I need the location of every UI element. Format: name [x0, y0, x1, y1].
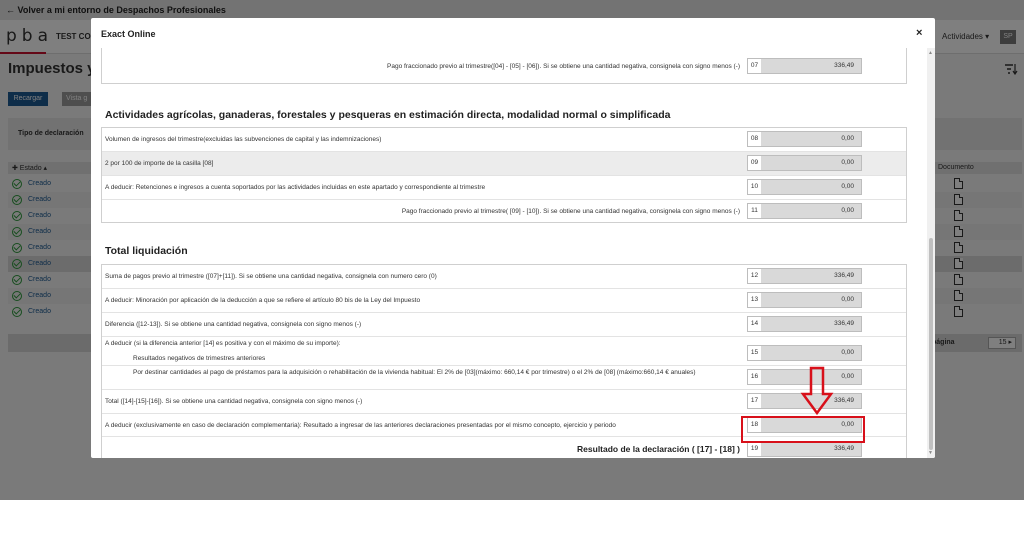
casilla-10-field[interactable]: 10 0,00	[747, 179, 862, 195]
casilla-15-field[interactable]: 15 0,00	[747, 345, 862, 361]
casilla-value[interactable]: 0,00	[761, 293, 861, 307]
casilla-number: 08	[750, 135, 759, 142]
casilla-number: 14	[750, 320, 759, 327]
row-description: Por destinar cantidades al pago de prést…	[133, 369, 696, 376]
annotation-highlight-box	[741, 416, 865, 443]
casilla-number: 17	[750, 397, 759, 404]
casilla-number: 12	[750, 272, 759, 279]
result-label: Resultado de la declaración ( [17] - [18…	[577, 444, 740, 454]
casilla-value[interactable]: 0,00	[761, 132, 861, 146]
casilla-number: 07	[750, 62, 759, 69]
casilla-number: 13	[750, 296, 759, 303]
form-row: Pago fraccionado previo al trimestre([04…	[102, 55, 906, 81]
previous-section-panel: Pago fraccionado previo al trimestre([04…	[101, 48, 907, 84]
dialog-title: Exact Online	[101, 29, 156, 39]
form-row: Por destinar cantidades al pago de prést…	[102, 366, 906, 390]
casilla-number: 19	[750, 445, 759, 452]
row-description: A deducir: Minoración por aplicación de …	[105, 297, 421, 304]
casilla-13-field[interactable]: 13 0,00	[747, 292, 862, 308]
section-title-total: Total liquidación	[105, 245, 188, 257]
row-description: Suma de pagos previo al trimestre ([07]+…	[105, 273, 437, 280]
row-subdescription: Resultados negativos de trimestres anter…	[133, 355, 266, 362]
form-row: Total ([14]-[15]-[16]). Si se obtiene un…	[102, 390, 906, 414]
dialog-scrollbar[interactable]: ▲ ▼	[927, 48, 935, 458]
form-row: 2 por 100 de importe de la casilla [08] …	[102, 152, 906, 176]
casilla-11-field[interactable]: 11 0,00	[747, 203, 862, 219]
scrollbar-thumb[interactable]	[929, 238, 933, 450]
row-description: Volumen de ingresos del trimestre(exclui…	[105, 136, 382, 143]
row-description: Total ([14]-[15]-[16]). Si se obtiene un…	[105, 398, 363, 405]
casilla-value[interactable]: 336,49	[761, 269, 861, 283]
row-description: 2 por 100 de importe de la casilla [08]	[105, 160, 214, 167]
row-description: Pago fraccionado previo al trimestre( [0…	[401, 208, 740, 215]
form-row: Diferencia ([12-13]). Si se obtiene una …	[102, 313, 906, 337]
casilla-08-field[interactable]: 08 0,00	[747, 131, 862, 147]
form-row: Volumen de ingresos del trimestre(exclui…	[102, 128, 906, 152]
close-icon[interactable]: ×	[916, 27, 922, 39]
form-row: Pago fraccionado previo al trimestre( [0…	[102, 200, 906, 223]
row-description: A deducir (exclusivamente en caso de dec…	[105, 422, 616, 429]
casilla-number: 11	[751, 207, 758, 214]
casilla-19-field[interactable]: 19 336,49	[747, 441, 862, 457]
casilla-value[interactable]: 336,49	[761, 442, 861, 456]
casilla-number: 10	[750, 183, 759, 190]
scroll-down-arrow-icon[interactable]: ▼	[928, 450, 933, 456]
casilla-number: 09	[750, 159, 759, 166]
casilla-value[interactable]: 0,00	[761, 204, 861, 218]
casilla-value[interactable]: 0,00	[761, 156, 861, 170]
casilla-value[interactable]: 0,00	[761, 180, 861, 194]
casilla-14-field[interactable]: 14 336,49	[747, 316, 862, 332]
casilla-value[interactable]: 336,49	[761, 317, 861, 331]
casilla-value[interactable]: 336,49	[761, 59, 861, 73]
form-row: Suma de pagos previo al trimestre ([07]+…	[102, 265, 906, 289]
form-row: A deducir: Retenciones e ingresos a cuen…	[102, 176, 906, 200]
casilla-value[interactable]: 0,00	[761, 346, 861, 360]
casilla-07-field[interactable]: 07 336,49	[747, 58, 862, 74]
agricola-panel: Volumen de ingresos del trimestre(exclui…	[101, 127, 907, 223]
form-row: A deducir: Minoración por aplicación de …	[102, 289, 906, 313]
row-description: A deducir (si la diferencia anterior [14…	[105, 340, 341, 347]
casilla-09-field[interactable]: 09 0,00	[747, 155, 862, 171]
scroll-up-arrow-icon[interactable]: ▲	[928, 50, 933, 56]
casilla-12-field[interactable]: 12 336,49	[747, 268, 862, 284]
casilla-number: 15	[750, 349, 759, 356]
row-description: Diferencia ([12-13]). Si se obtiene una …	[105, 321, 362, 328]
annotation-arrow-icon	[800, 366, 834, 416]
casilla-number: 16	[750, 373, 759, 380]
row-description: A deducir: Retenciones e ingresos a cuen…	[105, 184, 486, 191]
section-title-agricola: Actividades agrícolas, ganaderas, forest…	[105, 109, 671, 121]
form-row: A deducir (si la diferencia anterior [14…	[102, 337, 906, 366]
row-description: Pago fraccionado previo al trimestre([04…	[387, 63, 740, 70]
